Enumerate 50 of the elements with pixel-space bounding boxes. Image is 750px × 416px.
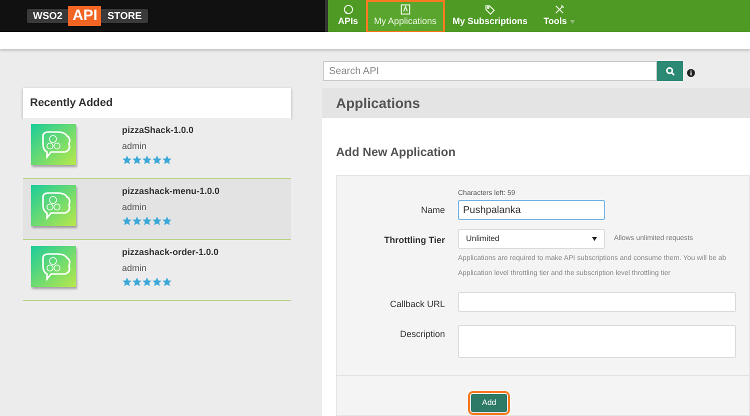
star-icon: [152, 277, 162, 287]
add-button[interactable]: Add: [471, 394, 508, 412]
api-name-link[interactable]: pizzashack-menu-1.0.0: [122, 185, 220, 197]
section-title: Applications: [336, 94, 420, 113]
nav-tab[interactable]: Tools: [538, 2, 581, 31]
star-icon: [122, 155, 132, 165]
field-label: Throttling Tier: [384, 234, 445, 246]
form-title: Add New Application: [336, 144, 457, 161]
speech-bubble-icon: [342, 4, 354, 15]
panel-title: Recently Added: [30, 96, 113, 111]
api-name-link[interactable]: pizzaShack-1.0.0: [122, 124, 194, 136]
star-icon: [162, 216, 172, 226]
api-thumbnail-icon[interactable]: [31, 185, 76, 226]
api-provider: admin: [122, 262, 148, 274]
star-icon: [122, 216, 132, 226]
api-provider: admin: [122, 201, 148, 213]
logo: WSO2 API STORE: [27, 9, 148, 23]
star-icon: [152, 216, 162, 226]
star-icon: [142, 277, 152, 287]
crossed-tools-icon: [554, 4, 565, 15]
field-label: Name: [420, 204, 445, 216]
star-icon: [162, 155, 172, 165]
api-thumbnail-icon[interactable]: [31, 124, 76, 165]
tag-icon: [484, 4, 496, 15]
caret-icon: [592, 237, 597, 241]
info-icon[interactable]: [687, 69, 695, 77]
callback-url-field[interactable]: [458, 292, 736, 312]
api-provider: admin: [122, 140, 148, 152]
star-icon: [132, 216, 142, 226]
nav-tab[interactable]: My Subscriptions: [446, 2, 534, 31]
star-icon: [132, 277, 142, 287]
field-label: Description: [400, 328, 445, 340]
star-icon: [142, 155, 152, 165]
tier-dropdown[interactable]: Unlimited: [458, 229, 605, 249]
search-icon: [666, 66, 674, 76]
search-field[interactable]: Search API: [323, 61, 657, 81]
star-icon: [132, 155, 142, 165]
api-name-link[interactable]: pizzashack-order-1.0.0: [122, 246, 219, 258]
name-field[interactable]: Pushpalanka: [458, 200, 605, 220]
document-icon: [400, 4, 411, 15]
description-field[interactable]: [458, 325, 736, 358]
caret-icon: [570, 20, 575, 24]
star-icon: [152, 155, 162, 165]
api-thumbnail-icon[interactable]: [31, 246, 76, 287]
star-icon: [122, 277, 132, 287]
star-icon: [142, 216, 152, 226]
search-button[interactable]: [657, 61, 683, 81]
star-icon: [162, 277, 172, 287]
nav-tab[interactable]: APIs: [332, 2, 364, 31]
field-label: Callback URL: [390, 298, 445, 310]
